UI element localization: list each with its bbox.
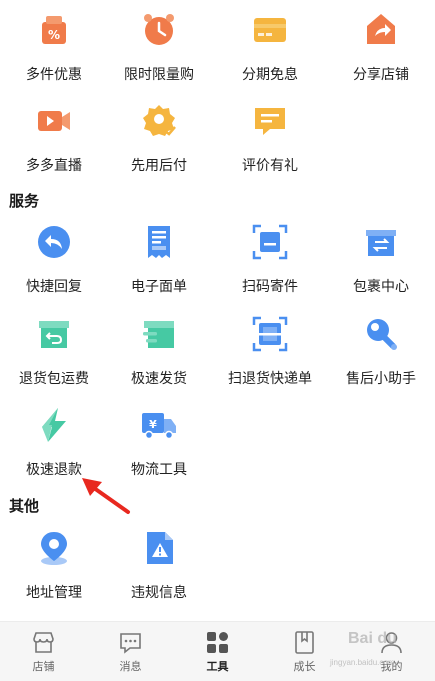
tab-tools[interactable]: 工具 bbox=[174, 622, 261, 681]
tile-label: 评价有礼 bbox=[242, 158, 298, 174]
svg-text:%: % bbox=[48, 28, 60, 42]
tile-scan-return[interactable]: 扫退货快递单 bbox=[216, 316, 324, 408]
tab-label: 消息 bbox=[119, 660, 142, 673]
tile-scan-ship[interactable]: 扫码寄件 bbox=[216, 224, 324, 316]
tile-share-store[interactable]: 分享店铺 bbox=[327, 12, 435, 104]
section-title-other: 其他 bbox=[9, 497, 40, 515]
tile-multi-discount[interactable]: % 多件优惠 bbox=[0, 12, 108, 104]
service-row-1: 快捷回复 电子面单 扫码寄件 包裹中心 bbox=[0, 224, 435, 316]
service-row-3: 极速退款 ¥ 物流工具 bbox=[0, 407, 435, 499]
share-store-icon bbox=[363, 12, 399, 48]
tab-mine[interactable]: 我的 bbox=[348, 622, 435, 681]
video-camera-icon bbox=[36, 103, 72, 139]
tile-flash-sale[interactable]: 限时限量购 bbox=[105, 12, 213, 104]
tile-review-gift[interactable]: 评价有礼 bbox=[216, 103, 324, 195]
store-icon bbox=[31, 630, 56, 655]
tile-label: 电子面单 bbox=[131, 279, 187, 295]
tab-label: 工具 bbox=[206, 660, 229, 673]
promo-row-1: % 多件优惠 限时限量购 分期免息 分享店铺 bbox=[0, 12, 435, 104]
tile-label: 扫码寄件 bbox=[242, 279, 298, 295]
other-row-1: 地址管理 违规信息 bbox=[0, 530, 435, 622]
parcel-box-icon bbox=[363, 224, 399, 260]
bottom-tab-bar: 店铺 消息 工具 成长 我的 bbox=[0, 621, 435, 681]
badge-check-icon bbox=[141, 103, 177, 139]
receipt-icon bbox=[141, 224, 177, 260]
warning-document-icon bbox=[141, 530, 177, 566]
tab-label: 我的 bbox=[380, 660, 403, 673]
book-icon bbox=[292, 630, 317, 655]
scan-return-icon bbox=[252, 316, 288, 352]
tile-label: 售后小助手 bbox=[346, 371, 416, 387]
tile-installment[interactable]: 分期免息 bbox=[216, 12, 324, 104]
tile-violation-info[interactable]: 违规信息 bbox=[105, 530, 213, 622]
review-message-icon bbox=[252, 103, 288, 139]
tab-growth[interactable]: 成长 bbox=[261, 622, 348, 681]
tile-label: 分期免息 bbox=[242, 67, 298, 83]
tab-messages[interactable]: 消息 bbox=[87, 622, 174, 681]
tab-label: 店铺 bbox=[32, 660, 55, 673]
tile-after-sale-helper[interactable]: 售后小助手 bbox=[327, 316, 435, 408]
tile-address-management[interactable]: 地址管理 bbox=[0, 530, 108, 622]
tile-parcel-center[interactable]: 包裹中心 bbox=[327, 224, 435, 316]
tile-live-stream[interactable]: 多多直播 bbox=[0, 103, 108, 195]
tab-store[interactable]: 店铺 bbox=[0, 622, 87, 681]
quick-reply-icon bbox=[36, 224, 72, 260]
tile-fast-ship[interactable]: 极速发货 bbox=[105, 316, 213, 408]
tile-label: 先用后付 bbox=[131, 158, 187, 174]
tile-quick-reply[interactable]: 快捷回复 bbox=[0, 224, 108, 316]
fast-ship-icon bbox=[141, 316, 177, 352]
tile-label: 包裹中心 bbox=[353, 279, 409, 295]
promo-row-2: 多多直播 先用后付 评价有礼 bbox=[0, 103, 435, 195]
return-box-icon bbox=[36, 316, 72, 352]
tile-pay-later[interactable]: 先用后付 bbox=[105, 103, 213, 195]
message-icon bbox=[118, 630, 143, 655]
tile-return-shipping[interactable]: 退货包运费 bbox=[0, 316, 108, 408]
tile-label: 限时限量购 bbox=[124, 67, 194, 83]
tile-label: 分享店铺 bbox=[353, 67, 409, 83]
service-row-2: 退货包运费 极速发货 扫退货快递单 售后小助手 bbox=[0, 316, 435, 408]
alarm-clock-icon bbox=[141, 12, 177, 48]
tile-label: 极速发货 bbox=[131, 371, 187, 387]
location-pin-icon bbox=[36, 530, 72, 566]
scan-ship-icon bbox=[252, 224, 288, 260]
delivery-truck-icon: ¥ bbox=[141, 407, 177, 443]
tile-label: 扫退货快递单 bbox=[228, 371, 312, 387]
discount-bag-icon: % bbox=[36, 12, 72, 48]
lightning-icon bbox=[36, 407, 72, 443]
annotation-arrow bbox=[82, 478, 130, 514]
tools-grid-icon bbox=[205, 630, 230, 655]
tile-label: 退货包运费 bbox=[19, 371, 89, 387]
tile-e-waybill[interactable]: 电子面单 bbox=[105, 224, 213, 316]
tab-label: 成长 bbox=[293, 660, 316, 673]
tile-label: 地址管理 bbox=[26, 585, 82, 601]
wrench-icon bbox=[363, 316, 399, 352]
section-title-service: 服务 bbox=[9, 192, 40, 210]
tile-label: 多多直播 bbox=[26, 158, 82, 174]
tile-label: 多件优惠 bbox=[26, 67, 82, 83]
user-icon bbox=[379, 630, 404, 655]
tile-label: 快捷回复 bbox=[26, 279, 82, 295]
credit-card-icon bbox=[252, 12, 288, 48]
tile-label: 违规信息 bbox=[131, 585, 187, 601]
svg-text:¥: ¥ bbox=[149, 418, 157, 431]
